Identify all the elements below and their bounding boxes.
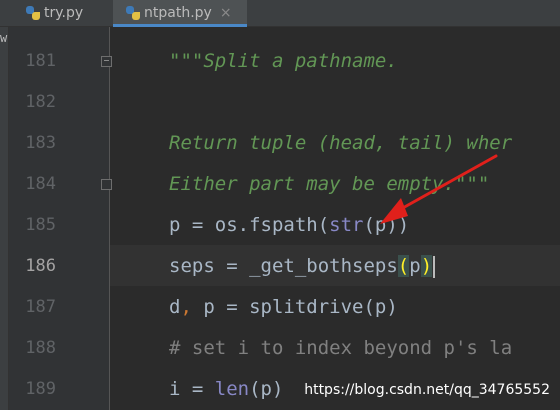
watermark-url: https://blog.csdn.net/qq_34765552 <box>302 382 552 398</box>
red-arrow-annotation <box>380 154 498 224</box>
